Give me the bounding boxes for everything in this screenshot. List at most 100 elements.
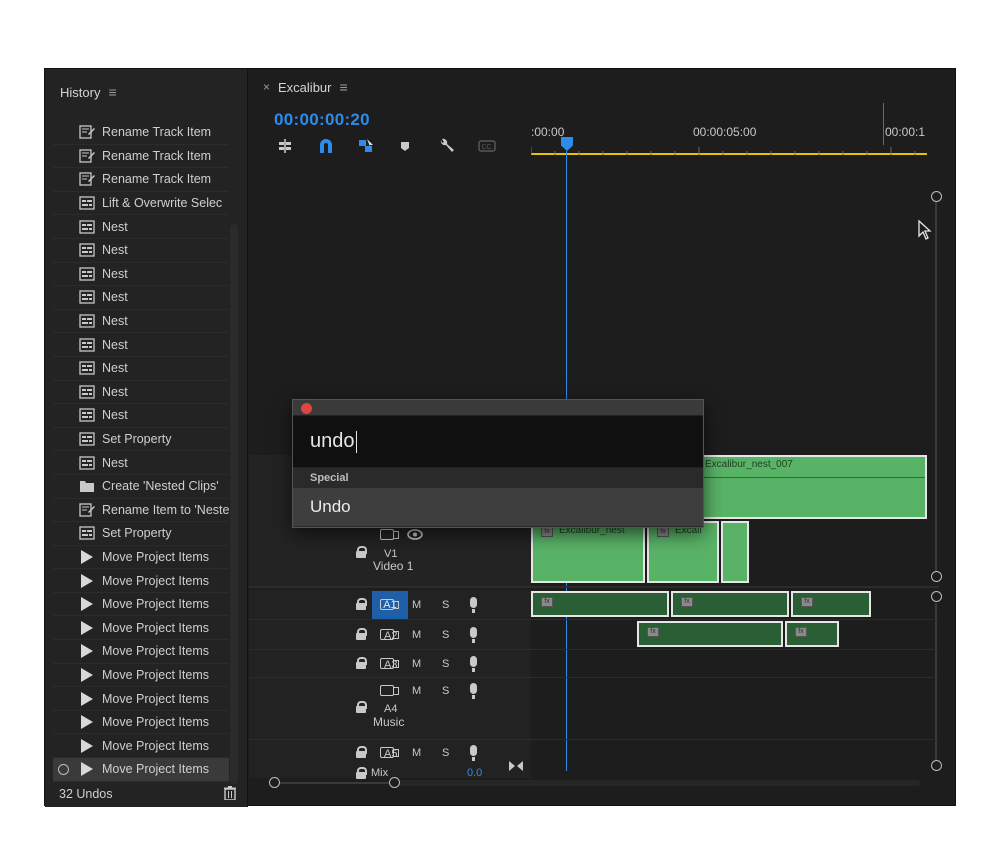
close-tab-icon[interactable]: × <box>263 80 270 94</box>
a2-lock-icon[interactable] <box>356 628 367 640</box>
command-query[interactable]: undo <box>310 430 355 453</box>
a4-track-name[interactable]: A4 <box>384 703 397 715</box>
audio-clip-a1-2[interactable]: fx <box>671 591 789 617</box>
wrench-icon[interactable] <box>437 137 477 155</box>
snap-magnet-icon[interactable] <box>317 137 357 155</box>
sequence-icon <box>79 408 95 423</box>
history-scrollbar[interactable] <box>230 224 238 784</box>
history-item[interactable]: Rename Item to 'Neste <box>53 499 229 523</box>
linked-selection-icon[interactable] <box>357 137 397 155</box>
time-ruler[interactable]: :00:00 00:00:05:00 00:00:1 <box>531 103 927 771</box>
video-clip-v1-3[interactable] <box>721 521 749 583</box>
history-item[interactable]: Set Property <box>53 522 229 546</box>
a1-mic-icon[interactable] <box>470 597 477 613</box>
a5-mute-button[interactable]: M <box>412 747 421 759</box>
history-item[interactable]: Nest <box>53 333 229 357</box>
a4-mic-icon[interactable] <box>470 683 477 699</box>
video-vertical-scrollbar[interactable] <box>931 161 942 582</box>
a5-solo-button[interactable]: S <box>442 747 449 759</box>
close-icon[interactable] <box>301 403 312 414</box>
a4-sync-icon[interactable] <box>380 685 399 696</box>
a2-mute-button[interactable]: M <box>412 629 421 641</box>
a3-lock-icon[interactable] <box>356 657 367 669</box>
a2-mic-icon[interactable] <box>470 627 477 643</box>
audio-clip-a1-1[interactable]: fx <box>531 591 669 617</box>
audio-clip-a2-2[interactable]: fx <box>785 621 839 647</box>
captions-icon[interactable]: CC <box>477 137 517 155</box>
history-item[interactable]: Nest <box>53 381 229 405</box>
a1-sync-icon[interactable] <box>380 599 399 610</box>
history-item[interactable]: Nest <box>53 451 229 475</box>
zoom-handle-right[interactable] <box>389 777 400 788</box>
undo-result-item[interactable]: Undo <box>293 488 703 526</box>
video-clip-v1-2[interactable]: fx Excali <box>647 521 719 583</box>
a5-mic-icon[interactable] <box>470 745 477 761</box>
history-item[interactable]: Move Project Items <box>53 569 229 593</box>
history-item[interactable]: Move Project Items <box>53 664 229 688</box>
history-item[interactable]: Rename Track Item <box>53 168 229 192</box>
history-item[interactable]: Nest <box>53 239 229 263</box>
history-item[interactable]: Nest <box>53 357 229 381</box>
add-marker-icon[interactable] <box>397 137 437 155</box>
v1-eye-icon[interactable] <box>407 529 423 540</box>
v1-lock-icon[interactable] <box>356 546 367 558</box>
insert-nest-icon[interactable] <box>277 137 317 155</box>
v1-sync-icon[interactable] <box>380 529 399 540</box>
a4-solo-button[interactable]: S <box>442 685 449 697</box>
history-item[interactable]: Nest <box>53 286 229 310</box>
a3-sync-icon[interactable] <box>380 658 399 669</box>
playhead-timecode[interactable]: 00:00:00:20 <box>274 110 370 130</box>
work-area-bar[interactable] <box>531 147 927 155</box>
panel-menu-icon[interactable]: ≡ <box>339 79 347 95</box>
a1-mute-button[interactable]: M <box>412 599 421 611</box>
history-item[interactable]: Move Project Items <box>53 616 229 641</box>
history-item[interactable]: Move Project Items <box>53 546 229 570</box>
a1-lock-icon[interactable] <box>356 598 367 610</box>
zoom-handle-left[interactable] <box>269 777 280 788</box>
a5-sync-icon[interactable] <box>380 747 399 758</box>
a3-mute-button[interactable]: M <box>412 658 421 670</box>
a3-solo-button[interactable]: S <box>442 658 449 670</box>
video-clip-v2[interactable]: Excalibur_nest_007 <box>701 455 927 519</box>
panel-menu-icon[interactable]: ≡ <box>108 84 116 100</box>
a4-lock-icon[interactable] <box>356 701 367 713</box>
history-item[interactable]: Lift & Overwrite Selec <box>53 192 229 216</box>
video-clip-v1-1[interactable]: fx Excalibur_nest <box>531 521 645 583</box>
sequence-icon <box>79 314 95 328</box>
history-item[interactable]: Move Project Items <box>53 711 229 735</box>
a3-mic-icon[interactable] <box>470 656 477 672</box>
history-item[interactable]: Rename Track Item <box>53 121 229 145</box>
history-item[interactable]: Nest <box>53 404 229 428</box>
command-search-input[interactable]: undo <box>293 416 703 468</box>
history-item[interactable]: Nest <box>53 310 229 334</box>
a5-lock-icon[interactable] <box>356 746 367 758</box>
history-item[interactable]: Rename Track Item <box>53 145 229 169</box>
trash-icon[interactable] <box>224 786 236 800</box>
sequence-tab[interactable]: × Excalibur ≡ <box>263 79 348 95</box>
video-scroll-knob-bottom[interactable] <box>931 571 942 582</box>
audio-clip-a2-1[interactable]: fx <box>637 621 783 647</box>
history-item[interactable]: Move Project Items <box>53 758 229 782</box>
history-item[interactable]: Nest <box>53 215 229 239</box>
history-item[interactable]: Set Property <box>53 428 229 452</box>
a4-mute-button[interactable]: M <box>412 685 421 697</box>
history-item[interactable]: Move Project Items <box>53 734 229 759</box>
audio-clip-a1-3[interactable]: fx <box>791 591 871 617</box>
audio-scroll-knob-top[interactable] <box>931 591 942 602</box>
ruler-label-10s: 00:00:1 <box>885 125 926 139</box>
history-item[interactable]: Move Project Items <box>53 687 229 711</box>
audio-scroll-knob-bottom[interactable] <box>931 760 942 771</box>
history-item-label: Create 'Nested Clips' <box>102 479 219 494</box>
a2-sync-icon[interactable] <box>380 629 399 640</box>
timeline-zoom-scrollbar[interactable] <box>269 776 920 790</box>
history-item[interactable]: Move Project Items <box>53 593 229 617</box>
go-to-end-icon[interactable] <box>509 761 523 771</box>
history-item[interactable]: Move Project Items <box>53 640 229 664</box>
history-item[interactable]: Create 'Nested Clips' <box>53 475 229 499</box>
history-panel-title[interactable]: History <box>60 85 100 100</box>
sequence-tab-title[interactable]: Excalibur <box>278 80 331 95</box>
history-item[interactable]: Nest <box>53 263 229 287</box>
a2-solo-button[interactable]: S <box>442 629 449 641</box>
a1-solo-button[interactable]: S <box>442 599 449 611</box>
video-scroll-knob-top[interactable] <box>931 191 942 202</box>
